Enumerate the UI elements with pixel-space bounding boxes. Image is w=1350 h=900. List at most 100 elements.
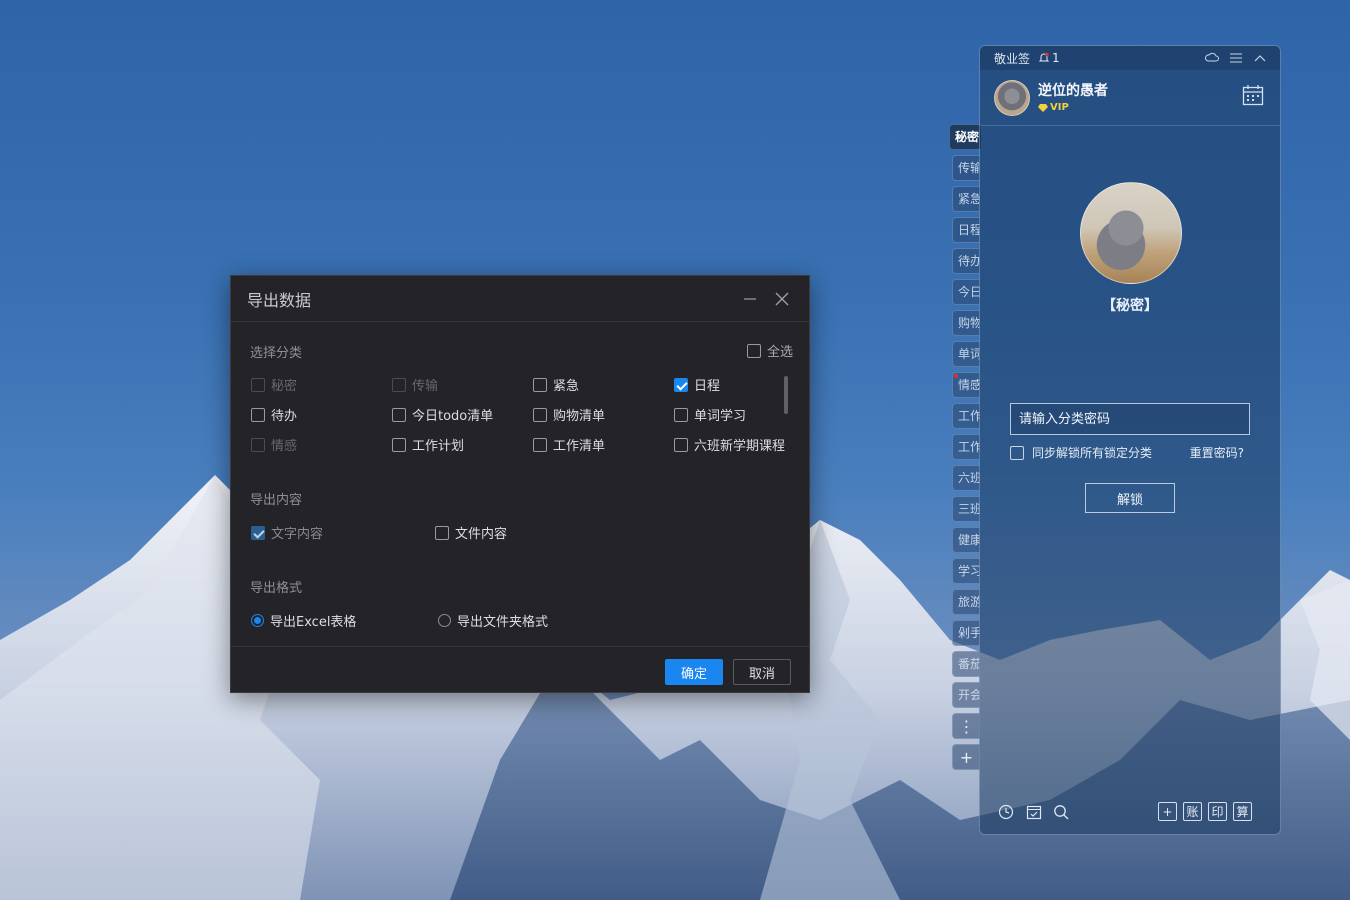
ledger-button[interactable]: 账	[1183, 802, 1202, 821]
category-tab[interactable]: 番茄	[952, 651, 980, 677]
file-content-box[interactable]	[435, 525, 449, 540]
print-button[interactable]: 印	[1208, 802, 1227, 821]
format-folder-radio-dot[interactable]	[438, 614, 451, 627]
category-tab[interactable]: 旅游	[952, 589, 980, 615]
diamond-icon	[1038, 103, 1048, 112]
category-tab[interactable]: 剁手	[952, 620, 980, 646]
note-panel: 敬业签 1 逆位的愚者 VIP 【秘密】 同步解锁所有锁定分类 重置密码? 解锁…	[979, 45, 1281, 835]
format-excel-label: 导出Excel表格	[270, 615, 357, 630]
category-checkbox[interactable]: 日程	[674, 375, 720, 394]
category-tab[interactable]: 待办	[952, 248, 980, 274]
confirm-button[interactable]: 确定	[665, 659, 723, 685]
format-folder-radio[interactable]: 导出文件夹格式	[438, 611, 548, 630]
category-checkbox-label: 待办	[271, 409, 298, 424]
category-scrollbar[interactable]	[784, 376, 788, 414]
category-checkbox-label: 情感	[271, 439, 298, 454]
category-checkbox-label: 日程	[694, 379, 721, 394]
category-tab[interactable]: 单词	[952, 341, 980, 367]
category-tab[interactable]: 秘密	[949, 124, 981, 150]
sync-unlock-box[interactable]	[1010, 445, 1024, 460]
text-content-box[interactable]	[251, 525, 265, 540]
category-avatar	[1080, 182, 1182, 284]
bell-icon	[1038, 52, 1050, 62]
select-all-box[interactable]	[747, 343, 761, 358]
category-checkbox[interactable]: 待办	[251, 405, 297, 424]
format-excel-radio[interactable]: 导出Excel表格	[251, 611, 356, 630]
category-tab[interactable]: 传输	[952, 155, 980, 181]
category-checkbox[interactable]: 紧急	[533, 375, 579, 394]
category-checkbox-box[interactable]	[533, 437, 547, 452]
category-tab[interactable]: 日程	[952, 217, 980, 243]
category-checkbox-box	[392, 377, 406, 392]
category-checkbox-box[interactable]	[392, 437, 406, 452]
notification-count: 1	[1052, 51, 1060, 65]
category-checkbox-label: 购物清单	[553, 409, 606, 424]
vip-label: VIP	[1050, 102, 1069, 113]
category-checkbox[interactable]: 单词学习	[674, 405, 746, 424]
calendar-icon[interactable]	[1242, 84, 1264, 110]
category-checkbox-box[interactable]	[251, 407, 265, 422]
checklist-icon[interactable]	[1024, 802, 1044, 822]
user-avatar[interactable]	[994, 80, 1030, 116]
category-checkbox-box[interactable]	[392, 407, 406, 422]
category-tab[interactable]: 情感	[952, 372, 980, 398]
vip-badge: VIP	[1038, 102, 1069, 113]
format-folder-label: 导出文件夹格式	[457, 615, 549, 630]
category-tab[interactable]: 开会	[952, 682, 980, 708]
category-tab[interactable]: 健康	[952, 527, 980, 553]
notification-button[interactable]: 1	[1038, 51, 1060, 65]
select-all-checkbox[interactable]: 全选	[747, 341, 793, 360]
category-tab[interactable]: 今日	[952, 279, 980, 305]
category-checkbox-box[interactable]	[533, 407, 547, 422]
category-checkbox-box[interactable]	[674, 377, 688, 392]
more-tabs-icon[interactable]: ⋮	[952, 713, 980, 739]
category-password-input[interactable]	[1010, 403, 1250, 435]
category-tab[interactable]: 三班	[952, 496, 980, 522]
export-data-dialog: 导出数据 选择分类 全选 导出内容 文字内容 文件内容 导出格式 导出Excel…	[230, 275, 810, 693]
file-content-checkbox[interactable]: 文件内容	[435, 523, 507, 542]
dialog-title: 导出数据	[247, 290, 312, 310]
category-checkbox[interactable]: 工作计划	[392, 435, 464, 454]
reset-password-link[interactable]: 重置密码?	[1190, 444, 1244, 461]
search-icon[interactable]	[1051, 802, 1071, 822]
app-name: 敬业签	[994, 51, 1031, 66]
category-tab[interactable]: 六班	[952, 465, 980, 491]
category-checkbox[interactable]: 六班新学期课程	[674, 435, 785, 454]
cancel-button[interactable]: 取消	[733, 659, 791, 685]
category-checkbox-box[interactable]	[533, 377, 547, 392]
format-section-label: 导出格式	[250, 581, 303, 596]
category-tab[interactable]: 工作	[952, 403, 980, 429]
username: 逆位的愚者	[1038, 83, 1108, 99]
category-tab[interactable]: 学习	[952, 558, 980, 584]
category-checkbox-label: 工作清单	[553, 439, 606, 454]
cloud-sync-icon[interactable]	[1204, 50, 1220, 66]
minimize-icon[interactable]	[739, 288, 761, 310]
category-tab[interactable]: 购物	[952, 310, 980, 336]
unlock-button[interactable]: 解锁	[1085, 483, 1175, 513]
collapse-icon[interactable]	[1252, 50, 1268, 66]
category-checkbox-label: 工作计划	[412, 439, 465, 454]
category-checkbox[interactable]: 购物清单	[533, 405, 605, 424]
category-checkbox-box[interactable]	[674, 407, 688, 422]
format-excel-radio-dot[interactable]	[251, 614, 264, 627]
category-checkbox-label: 六班新学期课程	[694, 439, 786, 454]
category-tab[interactable]: 紧急	[952, 186, 980, 212]
add-note-button[interactable]: +	[1158, 802, 1177, 821]
category-checkbox[interactable]: 今日todo清单	[392, 405, 493, 424]
text-content-checkbox[interactable]: 文字内容	[251, 523, 323, 542]
category-checkbox-box[interactable]	[674, 437, 688, 452]
calculator-button[interactable]: 算	[1233, 802, 1252, 821]
dialog-footer: 确定 取消	[231, 646, 809, 694]
category-tab[interactable]: 工作	[952, 434, 980, 460]
clock-icon[interactable]	[996, 802, 1016, 822]
close-icon[interactable]	[771, 288, 793, 310]
add-category-icon[interactable]: +	[952, 744, 980, 770]
category-checkbox-box	[251, 437, 265, 452]
panel-titlebar: 敬业签 1	[980, 46, 1280, 70]
menu-icon[interactable]	[1228, 50, 1244, 66]
category-checkbox[interactable]: 工作清单	[533, 435, 605, 454]
sync-unlock-label: 同步解锁所有锁定分类	[1032, 446, 1153, 460]
sync-unlock-checkbox[interactable]: 同步解锁所有锁定分类	[1010, 444, 1152, 461]
category-checkbox-box	[251, 377, 265, 392]
category-checkbox: 情感	[251, 435, 297, 454]
